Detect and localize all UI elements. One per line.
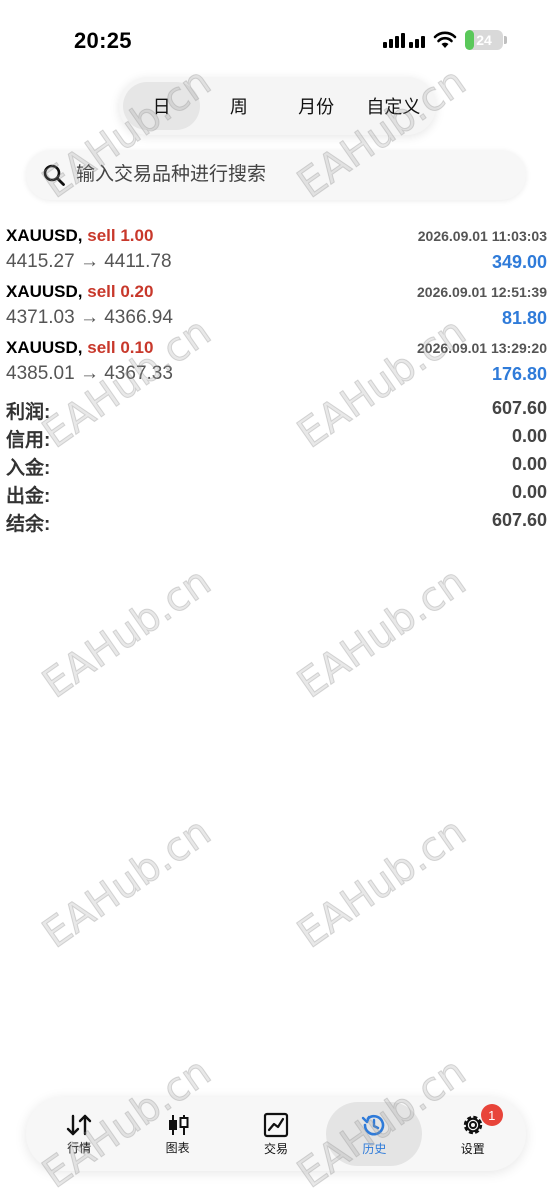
table-row[interactable]: XAUUSD, sell 0.20 2026.09.01 12:51:39 43… (0, 278, 553, 334)
watermark: EAHub.cn (289, 558, 475, 708)
summary-profit: 利润: 607.60 (6, 398, 547, 423)
notification-badge: 1 (480, 1104, 503, 1126)
trade-chart-icon (263, 1112, 289, 1137)
search-bar[interactable] (26, 150, 526, 200)
status-icons: 24 (383, 30, 507, 50)
summary-credit: 信用: 0.00 (6, 426, 547, 451)
status-time: 20:25 (74, 28, 132, 53)
history-clock-icon (362, 1114, 385, 1135)
trade-profit: 349.00 (491, 252, 547, 272)
tab-day[interactable]: 日 (123, 82, 201, 130)
wifi-icon (433, 31, 457, 48)
watermark: EAHub.cn (289, 808, 475, 958)
tab-quotes[interactable]: 行情 (31, 1102, 127, 1166)
trade-side: sell 1.00 (87, 226, 154, 245)
quotes-arrows-icon (66, 1114, 92, 1135)
trade-profit: 81.80 (501, 308, 547, 328)
trade-symbol: XAUUSD, (6, 338, 83, 357)
trade-list: XAUUSD, sell 1.00 2026.09.01 11:03:03 44… (0, 222, 553, 390)
trade-symbol: XAUUSD, (6, 282, 83, 301)
summary-withdrawal: 出金: 0.00 (6, 482, 547, 507)
trade-prices: 4415.27 → 4411.78 (6, 251, 172, 272)
watermark: EAHub.cn (34, 558, 220, 708)
tab-custom[interactable]: 自定义 (355, 82, 432, 130)
trade-side: sell 0.10 (87, 338, 154, 357)
trade-profit: 176.80 (491, 364, 547, 384)
bottom-tab-bar: 行情 图表 交易 历史 设置 1 (26, 1097, 526, 1171)
tab-month[interactable]: 月份 (278, 82, 355, 130)
search-icon (43, 164, 65, 186)
search-input[interactable] (76, 164, 496, 186)
trade-symbol: XAUUSD, (6, 226, 83, 245)
summary-deposit: 入金: 0.00 (6, 454, 547, 479)
table-row[interactable]: XAUUSD, sell 0.10 2026.09.01 13:29:20 43… (0, 334, 553, 390)
trade-time: 2026.09.01 13:29:20 (417, 340, 547, 356)
cellular-signal-icon (383, 32, 425, 48)
status-bar: 20:25 24 (0, 0, 553, 80)
period-segmented-control: 日 周 月份 自定义 (119, 77, 436, 135)
battery-icon: 24 (465, 30, 507, 50)
watermark: EAHub.cn (34, 808, 220, 958)
trade-prices: 4371.03 → 4366.94 (6, 307, 173, 328)
trade-prices: 4385.01 → 4367.33 (6, 363, 173, 384)
trade-side: sell 0.20 (87, 282, 154, 301)
trade-time: 2026.09.01 12:51:39 (417, 284, 547, 300)
tab-history[interactable]: 历史 (326, 1102, 423, 1166)
tab-charts[interactable]: 图表 (130, 1102, 226, 1166)
table-row[interactable]: XAUUSD, sell 1.00 2026.09.01 11:03:03 44… (0, 222, 553, 278)
trade-time: 2026.09.01 11:03:03 (417, 228, 547, 244)
candlestick-chart-icon (168, 1114, 189, 1135)
battery-level: 24 (476, 32, 492, 48)
summary-section: 利润: 607.60 信用: 0.00 入金: 0.00 出金: 0.00 结余… (0, 397, 553, 537)
summary-balance: 结余: 607.60 (6, 510, 547, 535)
tab-week[interactable]: 周 (200, 82, 277, 130)
tab-settings[interactable]: 设置 1 (425, 1102, 521, 1166)
tab-trade[interactable]: 交易 (228, 1102, 324, 1166)
